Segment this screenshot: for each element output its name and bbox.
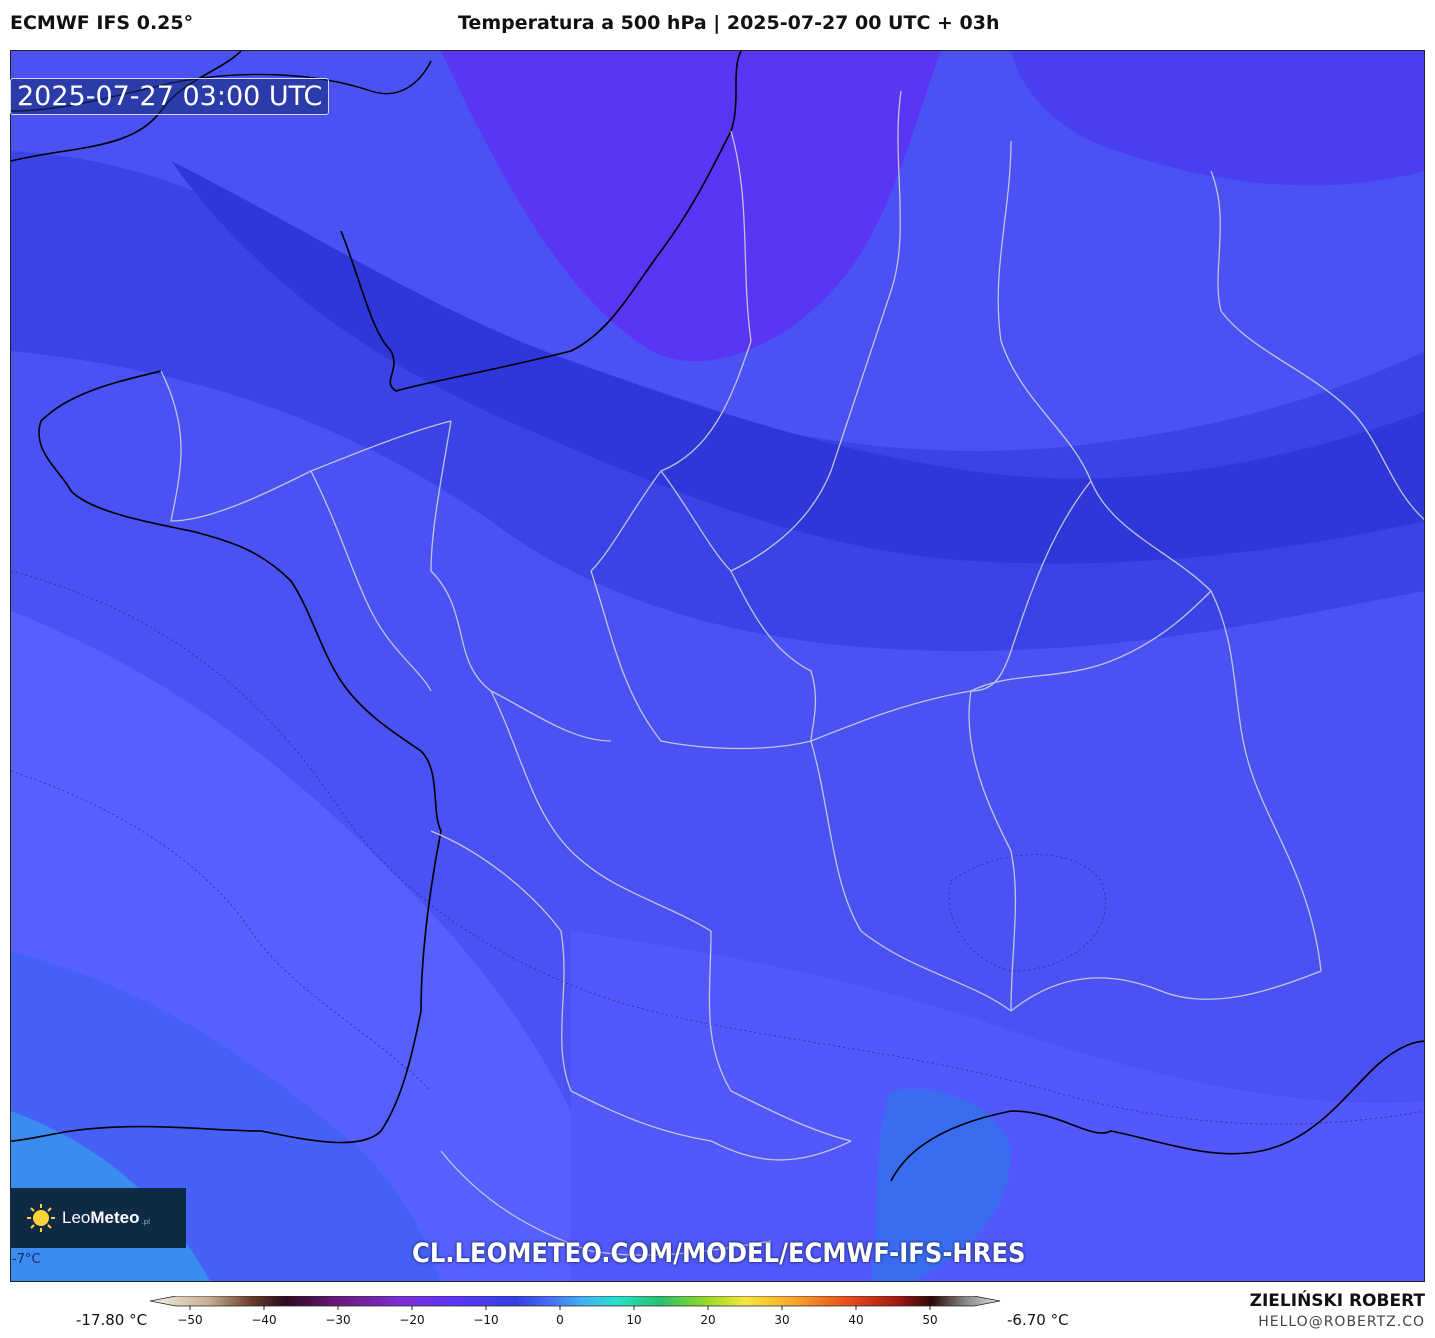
model-label: ECMWF IFS 0.25°: [10, 12, 194, 34]
logo-suffix: .pl: [141, 1218, 151, 1226]
colorbar-tick-label: 20: [700, 1313, 715, 1327]
temperature-map[interactable]: [10, 50, 1425, 1282]
colorbar-tick-label: −10: [473, 1313, 498, 1327]
colorbar: −50 −40 −30 −20 −10 0 10 20 30 40 50: [150, 1296, 1001, 1327]
colorbar-tick-label: −50: [177, 1313, 202, 1327]
colorbar-tick-label: −40: [251, 1313, 276, 1327]
colorbar-tick-label: −30: [325, 1313, 350, 1327]
colorbar-tick-label: 50: [922, 1313, 937, 1327]
author-email[interactable]: HELLO@ROBERTZ.CO: [1258, 1314, 1425, 1330]
colorbar-tick-label: 0: [556, 1313, 564, 1327]
colorbar-max-label: -6.70 °C: [1007, 1311, 1069, 1329]
timestamp-badge: 2025-07-27 03:00 UTC: [10, 78, 330, 115]
logo-light: Leo: [62, 1208, 91, 1227]
corner-temperature-label: -7°C: [12, 1252, 41, 1267]
brand-logo[interactable]: LeoMeteo .pl: [10, 1188, 186, 1248]
logo-text: LeoMeteo: [62, 1208, 140, 1228]
colorbar-ticks: −50 −40 −30 −20 −10 0 10 20 30 40 50: [177, 1306, 938, 1327]
colorbar-tick-label: 30: [774, 1313, 789, 1327]
colorbar-tick-label: 10: [626, 1313, 641, 1327]
colorbar-gradient: [150, 1296, 1001, 1307]
author-name: ZIELIŃSKI ROBERT: [1249, 1291, 1425, 1311]
watermark-url[interactable]: CL.LEOMETEO.COM/MODEL/ECMWF-IFS-HRES: [412, 1238, 1026, 1269]
colorbar-min-label: -17.80 °C: [76, 1311, 148, 1329]
colorbar-tick-label: 40: [848, 1313, 863, 1327]
sun-icon: [27, 1204, 55, 1232]
logo-bold: Meteo: [90, 1208, 140, 1227]
colorbar-tick-label: −20: [399, 1313, 424, 1327]
chart-title: Temperatura a 500 hPa | 2025-07-27 00 UT…: [458, 12, 1000, 34]
